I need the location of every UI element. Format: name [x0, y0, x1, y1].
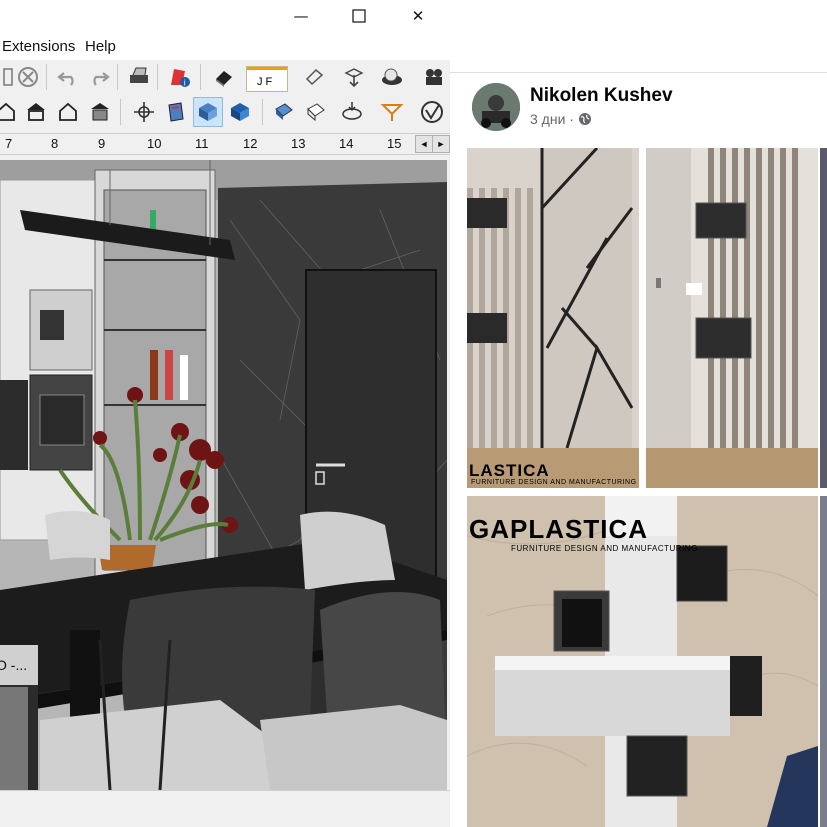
post-time[interactable]: 3 дни	[530, 111, 565, 127]
photo-3-watermark-sub: FURNITURE DESIGN AND MANUFACTURING	[511, 544, 698, 553]
photo-1-watermark-sub: FURNITURE DESIGN AND MANUFACTURING	[471, 479, 637, 486]
globe-icon	[578, 113, 591, 125]
toolbar-separator	[157, 64, 158, 90]
ruler-tick: 11	[195, 136, 209, 151]
section-plane-icon[interactable]	[162, 98, 190, 126]
validate-icon[interactable]	[418, 98, 446, 126]
hidden-line-icon[interactable]	[302, 98, 330, 126]
camera-icon[interactable]	[420, 63, 448, 91]
photo-edge-strip	[820, 496, 827, 827]
layout-tool-bar	[247, 67, 287, 70]
photo-edge-strip	[820, 148, 827, 488]
photo-1-image: LASTICA FURNITURE DESIGN AND MANUFACTURI…	[467, 148, 639, 488]
ruler-tick: 12	[243, 136, 258, 151]
toolbar-row-2	[0, 94, 450, 130]
post-card: Nikolen Kushev 3 дни · LASTICA FURNITURE…	[450, 73, 827, 827]
maximize-icon	[352, 9, 366, 23]
post-meta: 3 дни ·	[530, 111, 592, 127]
toolbar-row-1: i J F	[0, 60, 450, 95]
eraser-tool-icon[interactable]	[210, 63, 238, 91]
follow-me-icon[interactable]	[300, 63, 328, 91]
ruler-tick: 7	[5, 136, 13, 151]
scroll-left-arrow[interactable]: ◄	[415, 135, 433, 153]
ruler-tick: 15	[387, 136, 402, 151]
menu-bar: Extensions Help	[0, 32, 450, 60]
thumbnail-title: O -...	[0, 657, 28, 673]
model-info-icon[interactable]: i	[166, 63, 194, 91]
toolbar-separator	[46, 64, 47, 90]
ruler-tick: 10	[147, 136, 162, 151]
scale-tool-icon[interactable]	[338, 98, 366, 126]
sketchup-window: — ✕ Extensions Help i J F 7 8 9 10 11 12…	[0, 0, 450, 827]
ruler-bar: 7 8 9 10 11 12 13 14 15 ◄ ►	[0, 133, 450, 155]
post-photo-2[interactable]	[646, 148, 818, 488]
minimize-button[interactable]: —	[278, 0, 324, 32]
top-view-icon[interactable]	[22, 98, 50, 126]
scroll-right-arrow[interactable]: ►	[432, 135, 450, 153]
post-photo-1[interactable]: LASTICA FURNITURE DESIGN AND MANUFACTURI…	[467, 148, 639, 488]
maximize-button[interactable]	[336, 0, 382, 32]
meta-separator: ·	[569, 111, 574, 127]
orbit-icon[interactable]	[130, 98, 158, 126]
toolbar-separator	[200, 64, 201, 90]
toolbar-separator	[262, 99, 263, 125]
toolbar-separator	[117, 64, 118, 90]
ruler-tick: 8	[51, 136, 59, 151]
erase-icon[interactable]	[14, 63, 42, 91]
undo-icon[interactable]	[54, 63, 82, 91]
ruler-tick: 9	[98, 136, 106, 151]
menu-help[interactable]: Help	[85, 38, 116, 55]
print-icon[interactable]	[125, 63, 153, 91]
thumbnail-preview	[0, 687, 28, 807]
export-icon[interactable]	[340, 63, 368, 91]
iso-view-icon[interactable]	[270, 98, 298, 126]
svg-text:i: i	[184, 79, 186, 88]
post-author-name[interactable]: Nikolen Kushev	[530, 85, 673, 107]
house-view-icon-1[interactable]	[0, 98, 20, 126]
kitchen-render	[0, 160, 447, 790]
xray-icon[interactable]	[193, 97, 223, 127]
photo-3-image: GAPLASTICA FURNITURE DESIGN AND MANUFACT…	[467, 496, 818, 827]
layout-tool[interactable]: J F	[246, 66, 288, 92]
facebook-pane: Nikolen Kushev 3 дни · LASTICA FURNITURE…	[450, 0, 827, 827]
shadows-icon[interactable]	[378, 63, 406, 91]
model-viewport[interactable]	[0, 160, 447, 790]
redo-icon[interactable]	[85, 63, 113, 91]
avatar[interactable]	[472, 83, 520, 131]
layout-tool-label: J F	[257, 76, 273, 88]
thumbnail-titlebar: O -...	[0, 645, 38, 685]
shaded-icon[interactable]	[226, 98, 254, 126]
post-photo-3[interactable]: GAPLASTICA FURNITURE DESIGN AND MANUFACT…	[467, 496, 818, 827]
toolbar-separator	[120, 99, 121, 125]
menu-extensions[interactable]: Extensions	[2, 38, 75, 55]
avatar-image	[472, 83, 520, 131]
photo-1-watermark: LASTICA	[469, 461, 550, 480]
photo-2-image	[646, 148, 818, 488]
status-bar	[0, 790, 450, 827]
fb-top-area	[450, 0, 827, 73]
ruler-tick: 14	[339, 136, 354, 151]
title-bar: — ✕	[0, 0, 450, 32]
photo-3-watermark: GAPLASTICA	[469, 514, 648, 544]
ruler-tick: 13	[291, 136, 306, 151]
right-view-icon[interactable]	[86, 98, 114, 126]
front-view-icon[interactable]	[54, 98, 82, 126]
sandbox-icon[interactable]	[378, 98, 406, 126]
close-button[interactable]: ✕	[395, 0, 441, 32]
